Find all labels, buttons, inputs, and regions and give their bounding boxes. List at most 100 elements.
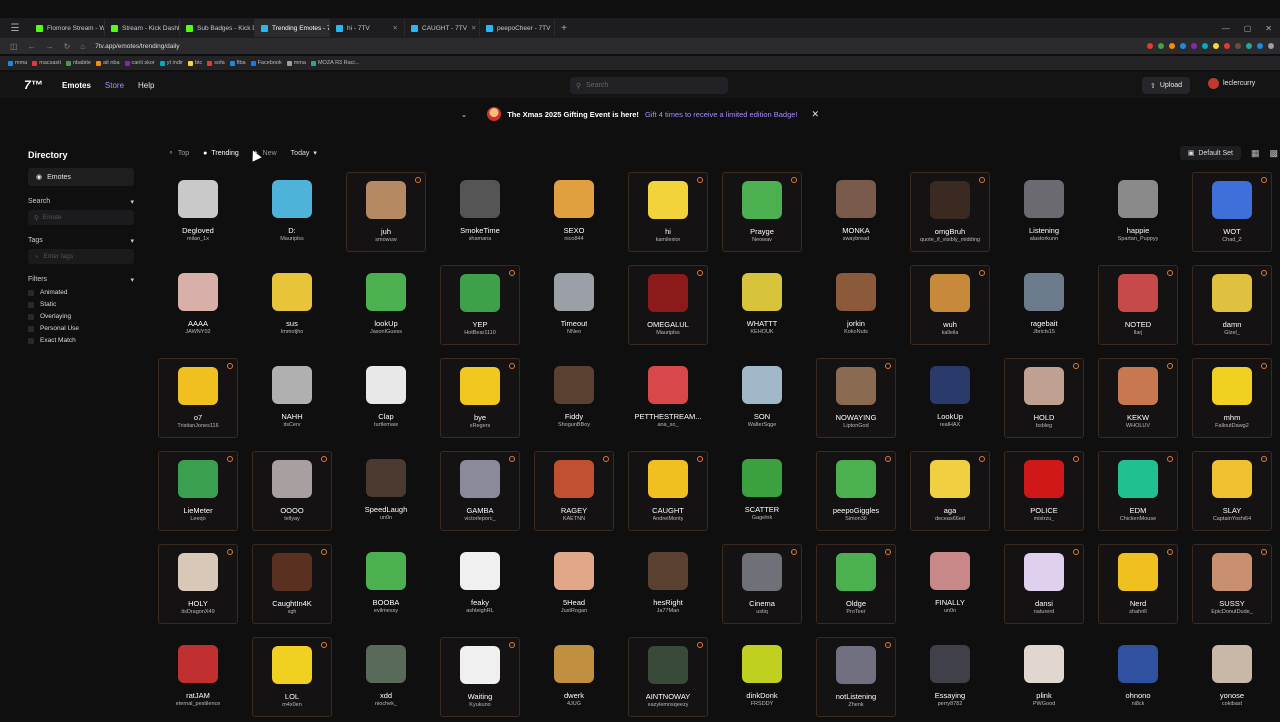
emote-card[interactable]: lookUp JasonIGuess [346,265,426,345]
nav-help[interactable]: Help [138,81,154,90]
emote-card[interactable]: KEKW WHOLUV [1098,358,1178,438]
emote-card[interactable]: FINALLY un0n [910,544,990,624]
tab-trending[interactable]: ● Trending [197,147,245,160]
emote-card[interactable]: OMEGALUL Mauriplss [628,265,708,345]
emote-card[interactable]: damn Glzel_ [1192,265,1272,345]
emote-card[interactable]: Waiting Kyukuno [440,637,520,717]
extension-icon[interactable] [1147,43,1153,49]
forward-icon[interactable]: → [46,42,54,51]
filters-section-header[interactable]: Filters ▾ [28,276,134,284]
default-set-button[interactable]: ▣ Default Set [1179,146,1241,160]
extension-icon[interactable] [1268,43,1274,49]
emote-card[interactable]: POLICE mistrzu_ [1004,451,1084,531]
emote-card[interactable]: omgBruh quote_if_visibly_midding [910,172,990,252]
extension-icon[interactable] [1224,43,1230,49]
bookmark-item[interactable]: ait nba [95,60,120,66]
emote-card[interactable]: SLAY CaptainYoshi64 [1192,451,1272,531]
emote-card[interactable]: NOWAYING LiptonGod [816,358,896,438]
emote-card[interactable]: Clap turtlemaw [346,358,426,438]
close-tab-icon[interactable]: ✕ [471,24,476,32]
chevron-down-icon[interactable]: ⌄ [461,110,467,119]
extension-icon[interactable] [1180,43,1186,49]
emote-card[interactable]: mhm FalloutDawg2 [1192,358,1272,438]
bookmark-item[interactable]: yt indir [159,60,183,66]
bookmark-item[interactable]: fiba [229,60,246,66]
emote-card[interactable]: HOLD bsbleg [1004,358,1084,438]
emote-card[interactable]: sus Immotjho [252,265,332,345]
emote-card[interactable]: 5Head JustRogan [534,544,614,624]
emote-card[interactable]: hi kamilexior [628,172,708,252]
bookmark-item[interactable]: Facebook [250,60,282,66]
nav-store[interactable]: Store [105,81,124,90]
browser-tab[interactable]: Sub Badges - Kick Dashbo✕ [180,19,255,37]
tab-top[interactable]: ⚬ Top [162,146,195,160]
bookmark-item[interactable]: macsasti [32,60,61,66]
emote-card[interactable]: ratJAM eternal_pestilence [158,637,238,717]
period-dropdown[interactable]: Today ▾ [285,146,323,160]
emote-card[interactable]: feaky ashleighRL [440,544,520,624]
browser-tab[interactable]: peepoCheer - 7TV✕ [480,19,555,37]
emote-card[interactable]: BOOBA evilmessy [346,544,426,624]
emote-card[interactable]: MONKA swaybread [816,172,896,252]
emote-card[interactable]: SEXO nico844 [534,172,614,252]
emote-card[interactable]: NAHH itsCerv [252,358,332,438]
search-section-header[interactable]: Search ▾ [28,198,134,206]
emote-card[interactable]: Essaying perry8782 [910,637,990,717]
upload-button[interactable]: ⇧ Upload [1142,77,1191,94]
emote-card[interactable]: PETTHESTREAM... ana_so_ [628,358,708,438]
emote-card[interactable]: SUSSY EpicDonutDude_ [1192,544,1272,624]
browser-tab[interactable]: Trending Emotes - 7TV✕ [255,19,330,37]
emote-card[interactable]: Prayge Neowav [722,172,802,252]
emote-card[interactable]: AINTNOWAY eazylemnsqeezy [628,637,708,717]
emote-card[interactable]: GAMBA victorleporc_ [440,451,520,531]
emote-card[interactable]: WHATTT KEHOUK [722,265,802,345]
emote-card[interactable]: SmokeTime shamana [440,172,520,252]
maximize-icon[interactable]: ▢ [1244,24,1252,33]
emote-card[interactable]: LookUp realHAX [910,358,990,438]
back-icon[interactable]: ← [28,42,36,51]
filter-checkbox[interactable]: Static [28,301,134,308]
emote-card[interactable]: SpeedLaugh un0n [346,451,426,531]
emote-card[interactable]: dansi naturerd [1004,544,1084,624]
emote-card[interactable]: bye xRegers [440,358,520,438]
emote-card[interactable]: juh smowuw [346,172,426,252]
emote-card[interactable]: yonose cokibast [1192,637,1272,717]
emote-card[interactable]: Fiddy ShogunBBoy [534,358,614,438]
extension-icon[interactable] [1235,43,1241,49]
extension-icon[interactable] [1257,43,1263,49]
emote-card[interactable]: ragebait Jbricts15 [1004,265,1084,345]
browser-tab[interactable]: hi - 7TV ✕ [330,19,405,37]
bookmark-item[interactable]: btc [187,60,202,66]
new-tab-button[interactable]: + [555,23,573,34]
emote-card[interactable]: Nerd shahrill [1098,544,1178,624]
extension-icon[interactable] [1202,43,1208,49]
emote-card[interactable]: o7 TristianJones116 [158,358,238,438]
filter-checkbox[interactable]: Animated [28,289,134,296]
emote-card[interactable]: OOOO tellyay [252,451,332,531]
emote-search-input[interactable]: ⚲ Emote [28,210,134,225]
emote-card[interactable]: SCATTER Gagelnk [722,451,802,531]
user-menu[interactable]: leclercurry [1208,78,1255,89]
tab-menu-icon[interactable]: ☰ [0,23,30,34]
close-tab-icon[interactable]: ✕ [393,24,398,32]
sidebar-item-emotes[interactable]: ◉ Emotes [28,168,134,186]
extension-icon[interactable] [1191,43,1197,49]
emote-card[interactable]: dinkDonk FRSDDY [722,637,802,717]
home-icon[interactable]: ⌂ [80,42,85,51]
emote-card[interactable]: happie Spartan_Puppyy [1098,172,1178,252]
7tv-logo[interactable]: 7™ [24,78,48,92]
emote-card[interactable]: RAGEY KAETNN [534,451,614,531]
emote-card[interactable]: NOTED Ilarj [1098,265,1178,345]
emote-card[interactable]: Listening alastorkunn [1004,172,1084,252]
browser-tab[interactable]: Stream - Kick Dashboard✕ [105,19,180,37]
reload-icon[interactable]: ↻ [64,42,71,51]
emote-card[interactable]: D: Mauriplss [252,172,332,252]
minimize-icon[interactable]: — [1222,24,1230,33]
emote-card[interactable]: notListening Zhenk [816,637,896,717]
emote-card[interactable]: LOL m4x0en [252,637,332,717]
browser-tab[interactable]: Flomore Stream - Watch Li✕ [30,19,105,37]
emote-card[interactable]: hesRight Ja77Man [628,544,708,624]
emote-card[interactable]: EDM ChickenMouse [1098,451,1178,531]
emote-card[interactable]: Degloved milan_1x [158,172,238,252]
emote-card[interactable]: AAAA JAWNY02 [158,265,238,345]
